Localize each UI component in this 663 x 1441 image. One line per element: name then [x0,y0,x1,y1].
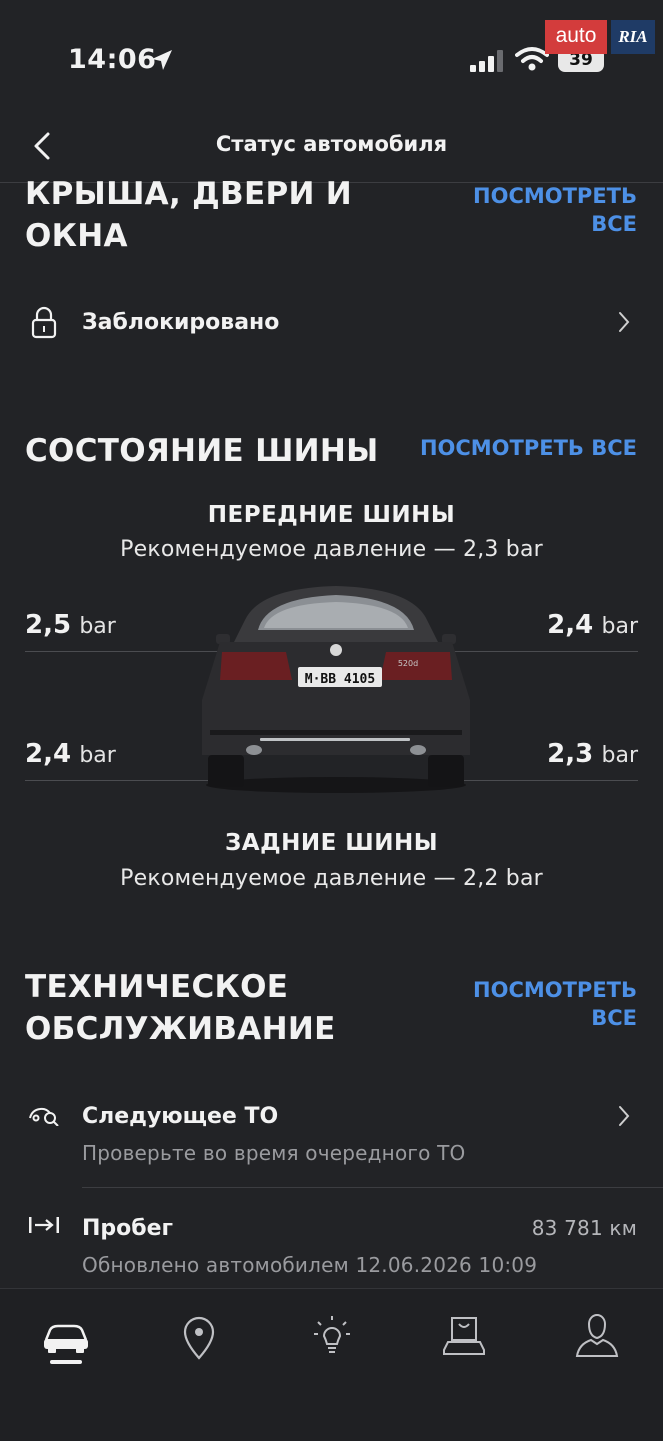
next-service-label: Следующее ТО [82,1104,279,1129]
roof-view-all-link[interactable]: ПОСМОТРЕТЬ ВСЕ [473,182,637,238]
mileage-arrow-icon [29,1217,59,1233]
watermark-ria: RIA [611,20,655,54]
cellular-signal-icon [470,50,503,72]
rear-tires-heading: ЗАДНИЕ ШИНЫ [224,830,439,856]
mileage-updated-subtitle: Обновлено автомобилем 12.06.2026 10:09 [82,1253,538,1277]
active-tab-indicator [50,1360,82,1364]
rear-left-tire-pressure: 2,4 bar [25,739,116,769]
next-service-subtitle: Проверьте во время очередного ТО [82,1141,466,1165]
shop-icon[interactable] [434,1306,494,1366]
roof-title-line1: КРЫША, ДВЕРИ И [25,176,353,212]
rear-right-unit: bar [601,743,639,768]
service-title-line2: ОБСЛУЖИВАНИЕ [25,1011,336,1047]
front-right-value: 2,4 [547,610,594,640]
front-tires-heading: ПЕРЕДНИЕ ШИНЫ [207,502,456,528]
roof-view-all-line1: ПОСМОТРЕТЬ [473,184,637,208]
car-rear-image: M·BB 4105 520d [202,586,470,793]
front-left-tire-pressure: 2,5 bar [25,610,116,640]
profile-icon[interactable] [567,1306,627,1366]
rear-right-tire-pressure: 2,3 bar [547,739,638,769]
watermark-auto: auto [545,20,607,54]
row-divider [82,1187,663,1188]
rear-left-unit: bar [79,743,116,768]
rear-right-value: 2,3 [547,739,594,769]
lock-status-label: Заблокировано [82,310,280,335]
next-service-row[interactable]: Следующее ТО Проверьте во время очередно… [0,1092,663,1180]
service-car-icon [29,1107,59,1126]
front-left-value: 2,5 [25,610,72,640]
service-view-all-line2: ВСЕ [591,1006,637,1030]
lock-status-row[interactable]: Заблокировано [0,296,663,352]
service-view-all-link[interactable]: ПОСМОТРЕТЬ ВСЕ [473,976,637,1032]
lightbulb-icon[interactable] [302,1306,362,1366]
roof-title-line2: ОКНА [25,218,128,254]
service-view-all-line1: ПОСМОТРЕТЬ [473,978,637,1002]
mileage-label: Пробег [82,1216,174,1241]
clock: 14:06 [68,44,157,75]
roof-view-all-line2: ВСЕ [591,212,637,236]
chevron-right-icon [619,312,630,332]
front-tires-recommended: Рекомендуемое давление — 2,3 bar [120,537,543,562]
car-icon[interactable] [36,1306,96,1366]
location-pin-icon[interactable] [169,1306,229,1366]
mileage-value: 83 781 км [531,1216,637,1240]
lock-icon [31,306,57,339]
front-right-unit: bar [601,614,639,639]
model-badge: 520d [398,659,418,668]
front-right-tire-pressure: 2,4 bar [547,610,638,640]
tires-view-all-link[interactable]: ПОСМОТРЕТЬ ВСЕ [420,434,637,462]
watermark-logo: auto RIA [545,20,655,56]
service-title-line1: ТЕХНИЧЕСКОЕ [25,969,289,1005]
service-section-title: ТЕХНИЧЕСКОЕ ОБСЛУЖИВАНИЕ [25,966,336,1050]
tires-section-title: СОСТОЯНИЕ ШИНЫ [25,433,379,469]
license-plate: M·BB 4105 [305,672,375,687]
rear-left-value: 2,4 [25,739,72,769]
rear-tires-recommended: Рекомендуемое давление — 2,2 bar [120,866,543,891]
wifi-icon [515,47,549,71]
chevron-right-icon [619,1106,630,1126]
mileage-row: Пробег 83 781 км Обновлено автомобилем 1… [0,1204,663,1284]
front-left-unit: bar [79,614,116,639]
location-arrow-icon [152,50,172,70]
page-title: Статус автомобиля [215,132,448,156]
roof-section-title: КРЫША, ДВЕРИ И ОКНА [25,173,352,257]
